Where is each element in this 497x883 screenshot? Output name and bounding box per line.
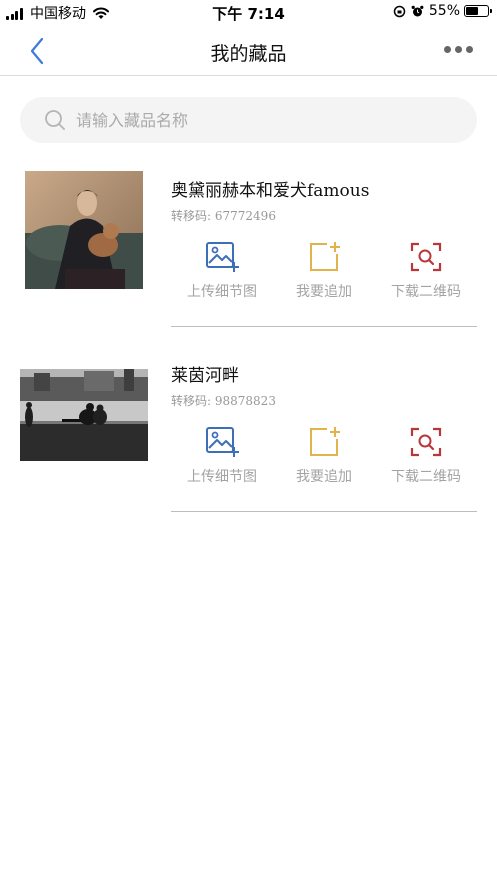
upload-detail-button[interactable]: 上传细节图 — [171, 426, 273, 486]
more-dot-icon — [444, 46, 451, 53]
nav-bar: 我的藏品 — [0, 26, 497, 76]
status-right: 55% — [393, 3, 492, 19]
item-actions: 上传细节图 我要追加 下载二维码 — [171, 241, 477, 303]
download-qrcode-label: 下载二维码 — [391, 284, 461, 300]
transfer-code-label: 转移码: — [171, 209, 212, 223]
append-button[interactable]: 我要追加 — [273, 426, 375, 486]
more-button[interactable] — [440, 46, 473, 53]
battery-fill — [466, 7, 478, 15]
upload-detail-label: 上传细节图 — [187, 284, 257, 300]
item-title: 莱茵河畔 — [171, 366, 239, 386]
search-input[interactable] — [76, 110, 436, 130]
item-divider — [171, 326, 477, 327]
scan-qrcode-icon — [410, 427, 442, 457]
search-box[interactable] — [20, 97, 477, 143]
page-title: 我的藏品 — [210, 43, 287, 65]
download-qrcode-button[interactable]: 下载二维码 — [375, 241, 477, 301]
battery-percent: 55% — [428, 3, 460, 19]
item-actions: 上传细节图 我要追加 下载二维码 — [171, 426, 477, 488]
image-upload-icon — [206, 427, 239, 457]
append-label: 我要追加 — [296, 469, 352, 485]
item-thumbnail[interactable] — [20, 369, 148, 461]
item-thumbnail[interactable] — [25, 171, 143, 289]
transfer-code-label: 转移码: — [171, 394, 212, 408]
image-upload-icon — [206, 242, 239, 272]
item-title: 奥黛丽赫本和爱犬famous — [171, 181, 370, 201]
transfer-code: 转移码: 67772496 — [171, 207, 276, 224]
transfer-code: 转移码: 98878823 — [171, 392, 276, 409]
append-button[interactable]: 我要追加 — [273, 241, 375, 301]
battery-icon — [464, 5, 492, 17]
status-bar: 中国移动 下午 7:14 55% — [0, 0, 497, 26]
more-dot-icon — [466, 46, 473, 53]
transfer-code-value: 98878823 — [214, 394, 276, 408]
item-divider — [171, 511, 477, 512]
transfer-code-value: 67772496 — [214, 209, 276, 223]
scan-qrcode-icon — [410, 242, 442, 272]
download-qrcode-label: 下载二维码 — [391, 469, 461, 485]
add-square-icon — [310, 242, 340, 271]
alarm-icon — [411, 5, 424, 16]
append-label: 我要追加 — [296, 284, 352, 300]
screen-lock-icon — [393, 5, 406, 17]
collection-item[interactable]: 奥黛丽赫本和爱犬famous 转移码: 67772496 上传细节图 我要追加 — [0, 165, 497, 335]
upload-detail-label: 上传细节图 — [187, 469, 257, 485]
download-qrcode-button[interactable]: 下载二维码 — [375, 426, 477, 486]
upload-detail-button[interactable]: 上传细节图 — [171, 241, 273, 301]
add-square-icon — [310, 427, 340, 456]
search-icon — [45, 110, 65, 130]
collection-item[interactable]: 莱茵河畔 转移码: 98878823 上传细节图 我要追加 下载二维码 — [0, 350, 497, 520]
more-dot-icon — [455, 46, 462, 53]
